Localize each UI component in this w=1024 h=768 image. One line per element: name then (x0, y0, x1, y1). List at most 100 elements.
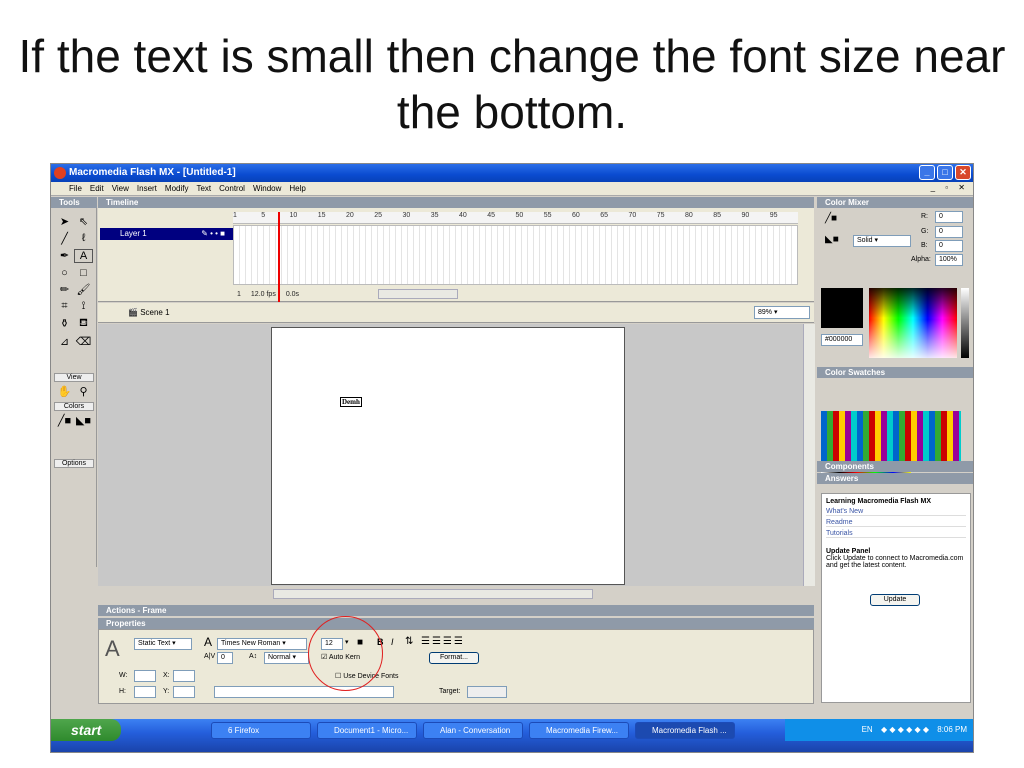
menu-window[interactable]: Window (253, 184, 281, 193)
zoom-select[interactable]: 89% ▾ (754, 306, 810, 319)
tools-header[interactable]: Tools (51, 197, 97, 208)
free-transform-icon[interactable]: ⌗ (55, 300, 74, 313)
y-label: Y: (163, 688, 170, 695)
zoom-tool-icon[interactable]: ⚲ (74, 385, 93, 398)
italic-button[interactable]: I (391, 637, 394, 647)
stage[interactable]: Demh (271, 327, 625, 585)
hex-input[interactable]: #000000 (821, 334, 863, 346)
format-button[interactable]: Format... (429, 652, 479, 664)
start-button[interactable]: start (51, 719, 121, 741)
align-buttons[interactable]: ☰☰☰☰ (421, 636, 465, 647)
eyedropper-icon[interactable]: ⊿ (55, 335, 74, 348)
font-size-highlight-circle (308, 616, 383, 691)
frame-number: 85 (713, 212, 722, 219)
line-tool-icon[interactable]: ╱ (55, 232, 74, 245)
fill-style-select[interactable]: Solid ▾ (853, 235, 911, 247)
height-input[interactable] (134, 686, 156, 698)
menu-help[interactable]: Help (289, 184, 305, 193)
menu-edit[interactable]: Edit (90, 184, 104, 193)
close-button[interactable]: ✕ (955, 165, 971, 180)
y-input[interactable] (173, 686, 195, 698)
color-mixer-header[interactable]: Color Mixer (817, 197, 973, 208)
url-link-input[interactable] (214, 686, 394, 698)
font-select[interactable]: Times New Roman ▾ (217, 638, 307, 650)
height-label: H: (119, 688, 126, 695)
brightness-slider[interactable] (961, 288, 969, 358)
tray-icons[interactable]: ◆ ◆ ◆ ◆ ◆ ◆ (881, 725, 929, 734)
task-conversation[interactable]: Alan - Conversation (423, 722, 523, 739)
maximize-button[interactable]: □ (937, 165, 953, 180)
fill-transform-icon[interactable]: ⟟ (74, 300, 93, 313)
tracking-input[interactable]: 0 (217, 652, 233, 664)
layer-row[interactable]: Layer 1 ✎ • • ■ (100, 228, 233, 240)
menu-insert[interactable]: Insert (137, 184, 157, 193)
update-button[interactable]: Update (870, 594, 920, 606)
frame-number: 5 (261, 212, 266, 219)
text-tool-big-icon: A (105, 636, 120, 661)
swatch-grid[interactable] (821, 411, 961, 467)
clock[interactable]: 8:06 PM (937, 725, 967, 734)
fill-color-icon[interactable]: ◣■ (825, 234, 839, 245)
scene-icon: 🎬 (128, 308, 141, 317)
lasso-tool-icon[interactable]: ℓ (74, 232, 93, 245)
text-type-select[interactable]: Static Text ▾ (134, 638, 192, 650)
components-header[interactable]: Components (817, 461, 973, 472)
alpha-input[interactable]: 100% (935, 254, 963, 266)
menu-text[interactable]: Text (196, 184, 211, 193)
answers-header[interactable]: Answers (817, 473, 973, 484)
rectangle-tool-icon[interactable]: □ (74, 267, 93, 279)
green-input[interactable]: 0 (935, 226, 963, 238)
frame-grid[interactable] (233, 225, 798, 285)
task-flash[interactable]: Macromedia Flash ... (635, 722, 735, 739)
width-input[interactable] (134, 670, 156, 682)
blue-input[interactable]: 0 (935, 240, 963, 252)
update-panel-title: Update Panel (826, 548, 871, 555)
system-tray: EN ◆ ◆ ◆ ◆ ◆ ◆ 8:06 PM (785, 719, 973, 741)
pencil-tool-icon[interactable]: ✏ (55, 283, 74, 296)
menu-file[interactable]: File (69, 184, 82, 193)
whats-new-link[interactable]: What's New (826, 508, 966, 516)
timeline-scrollbar[interactable] (378, 289, 458, 299)
pen-tool-icon[interactable]: ✒ (55, 249, 74, 263)
stage-area: Demh (98, 324, 815, 586)
baseline-select[interactable]: Normal ▾ (264, 652, 309, 664)
task-document1[interactable]: Document1 - Micro... (317, 722, 417, 739)
frame-number: 10 (289, 212, 298, 219)
timeline-header[interactable]: Timeline (98, 197, 814, 208)
document-window-controls[interactable]: _ ▫ ✕ (931, 183, 969, 192)
stroke-color-icon[interactable]: ╱■ (825, 213, 837, 224)
paint-bucket-icon[interactable]: ⛾ (74, 317, 93, 331)
red-input[interactable]: 0 (935, 211, 963, 223)
hand-tool-icon[interactable]: ✋ (55, 385, 74, 398)
eraser-icon[interactable]: ⌫ (74, 335, 93, 348)
ink-bottle-icon[interactable]: ⚱ (55, 317, 74, 331)
minimize-button[interactable]: _ (919, 165, 935, 180)
brush-tool-icon[interactable]: 🖌 (74, 283, 93, 296)
task-firefox[interactable]: 6 Firefox (211, 722, 311, 739)
menu-view[interactable]: View (112, 184, 129, 193)
language-indicator[interactable]: EN (862, 725, 873, 734)
stage-text-field[interactable]: Demh (340, 397, 362, 407)
color-swatches-header[interactable]: Color Swatches (817, 367, 973, 378)
text-direction-icon[interactable]: ⇅ (405, 636, 413, 647)
scene-name[interactable]: Scene 1 (140, 308, 169, 317)
menu-modify[interactable]: Modify (165, 184, 189, 193)
properties-panel-header[interactable]: Properties (98, 618, 814, 629)
oval-tool-icon[interactable]: ○ (55, 267, 74, 279)
x-input[interactable] (173, 670, 195, 682)
frame-number: 75 (656, 212, 665, 219)
subselect-tool-icon[interactable]: ⇖ (74, 215, 93, 228)
text-tool-icon[interactable]: A (74, 249, 93, 263)
stage-vertical-scrollbar[interactable] (803, 324, 815, 586)
readme-link[interactable]: Readme (826, 519, 966, 527)
menu-control[interactable]: Control (219, 184, 245, 193)
target-select[interactable] (467, 686, 507, 698)
fill-color-icon[interactable]: ◣■ (74, 414, 93, 427)
stroke-color-icon[interactable]: ╱■ (55, 414, 74, 427)
elapsed-time: 0.0s (285, 290, 300, 298)
tutorials-link[interactable]: Tutorials (826, 530, 966, 538)
stage-horizontal-scrollbar[interactable] (273, 589, 593, 599)
task-fireworks[interactable]: Macromedia Firew... (529, 722, 629, 739)
arrow-tool-icon[interactable]: ➤ (55, 215, 74, 228)
actions-panel-header[interactable]: Actions - Frame (98, 605, 814, 616)
